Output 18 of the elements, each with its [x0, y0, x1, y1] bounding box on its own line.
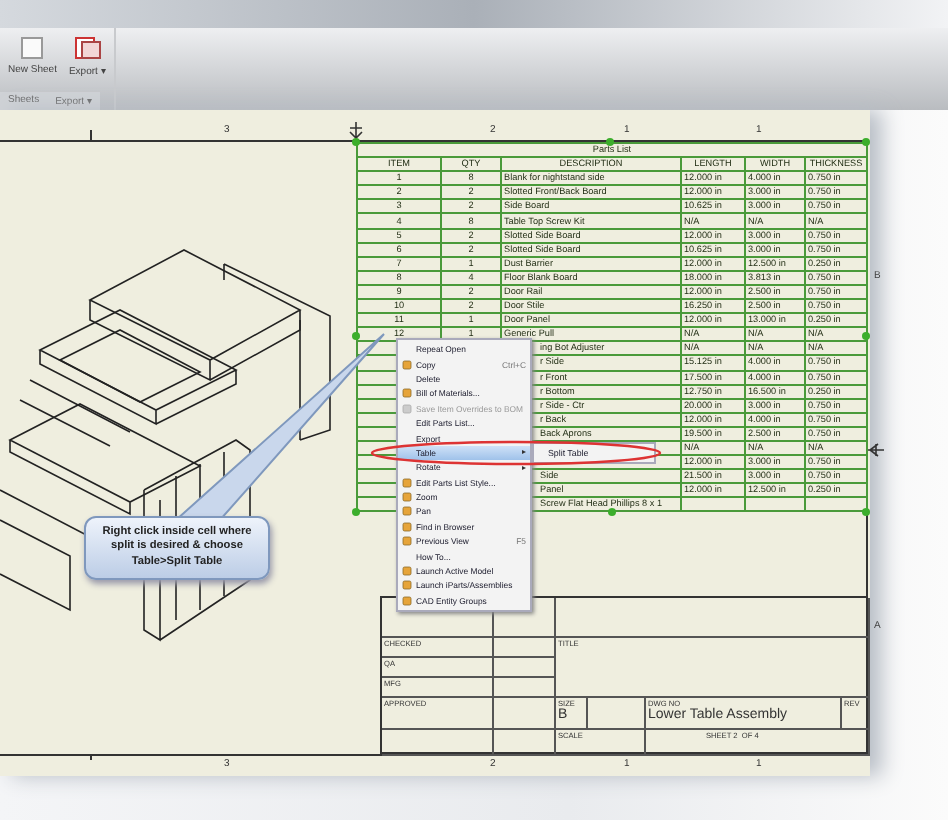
center-mark-icon [348, 122, 364, 140]
grip-handle[interactable] [606, 138, 614, 146]
title-block-cell [382, 730, 494, 756]
export-icon [73, 36, 102, 60]
grip-handle[interactable] [862, 508, 870, 516]
center-mark-icon [868, 442, 884, 458]
grip-handle[interactable] [352, 138, 360, 146]
grip-handle[interactable] [352, 332, 360, 340]
grip-handle[interactable] [862, 332, 870, 340]
grip-handle[interactable] [608, 508, 616, 516]
title-block-cell [494, 678, 556, 698]
grip-handle[interactable] [862, 138, 870, 146]
title-block-cell [494, 638, 556, 658]
title-block-cell [494, 658, 556, 678]
title-block-cell [494, 730, 556, 756]
menu-icon [402, 359, 412, 370]
sheet-icon [18, 36, 47, 60]
grip-handle[interactable] [352, 508, 360, 516]
